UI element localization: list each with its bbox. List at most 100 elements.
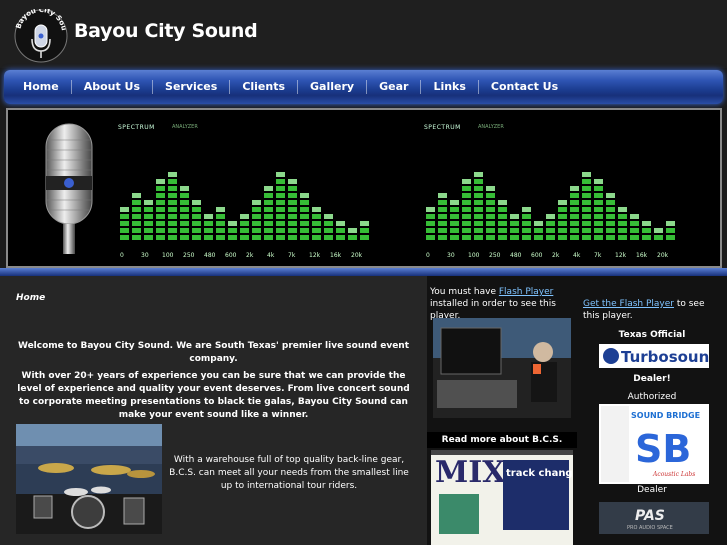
frequency-tick-label: 7k	[594, 252, 602, 259]
frequency-axis: 0 30 100 250 480 600 2k 4k 7k 12k 16k 20k	[112, 252, 370, 262]
pro-audio-space-logo[interactable]: PAS PRO AUDIO SPACE	[599, 502, 709, 534]
spectrum-bar-segment	[510, 214, 519, 219]
spectrum-bar-segment	[192, 207, 201, 212]
spectrum-analyzer-right: SPECTRUM ANALYZER 0 30 100 250 480 600 2k 4k 7k 1…	[418, 116, 676, 264]
spectrum-bar-segment	[240, 235, 249, 240]
spectrum-bar-segment	[252, 221, 261, 226]
frequency-tick-label: 4k	[267, 252, 275, 259]
spectrum-bar-segment	[192, 228, 201, 233]
spectrum-bar-segment	[522, 221, 531, 226]
nav-links[interactable]: Links	[420, 80, 477, 94]
spectrum-bar-segment	[450, 228, 459, 233]
frequency-tick-label: 7k	[288, 252, 296, 259]
banner-microphone-icon	[45, 123, 93, 254]
spectrum-bar-segment	[264, 207, 273, 212]
spectrum-bar-segment	[558, 214, 567, 219]
spectrum-bar-segment	[168, 193, 177, 198]
pas-text: PAS	[635, 508, 665, 524]
nav-contact-us[interactable]: Contact Us	[477, 80, 570, 94]
spectrum-bar-segment	[336, 228, 345, 233]
spectrum-bar-segment	[438, 235, 447, 240]
spectrum-bar-segment	[582, 200, 591, 205]
spectrum-bar-segment	[312, 228, 321, 233]
spectrum-bar-segment	[240, 214, 249, 219]
spectrum-bar-segment	[288, 200, 297, 205]
spectrum-bar-segment	[264, 186, 273, 191]
get-flash-player-link[interactable]: Get the Flash Player	[583, 299, 674, 309]
spectrum-bar-segment	[642, 221, 651, 226]
banner-image: SPECTRUM ANALYZER 0 30 100 250 480 600 2k 4k 7k 1…	[6, 108, 722, 268]
spectrum-bar-segment	[240, 228, 249, 233]
read-more-bcs[interactable]: Read more about B.C.S.	[427, 432, 577, 448]
spectrum-bar-segment	[570, 235, 579, 240]
sound-bridge-logo[interactable]: SOUND BRIDGE SB Acoustic Labs	[599, 404, 709, 484]
flash-notice: You must have Flash Player installed in …	[430, 286, 576, 322]
nav-clients[interactable]: Clients	[229, 80, 297, 94]
spectrum-bar-segment	[312, 207, 321, 212]
spectrum-bar-segment	[168, 179, 177, 184]
spectrum-bar-segment	[264, 193, 273, 198]
spectrum-bar-segment	[312, 221, 321, 226]
spectrum-bar-segment	[666, 235, 675, 240]
spectrum-bar-segment	[498, 235, 507, 240]
spectrum-bar-segment	[204, 221, 213, 226]
spectrum-bar-segment	[438, 200, 447, 205]
spectrum-bar-segment	[630, 221, 639, 226]
spectrum-bar-segment	[168, 214, 177, 219]
spectrum-bar-segment	[228, 228, 237, 233]
flash-notice-right: Get the Flash Player to see this player.	[583, 298, 723, 322]
spectrum-bar-segment	[486, 200, 495, 205]
spectrum-bar-segment	[252, 228, 261, 233]
spectrum-bar-segment	[312, 235, 321, 240]
frequency-tick-label: 600	[531, 252, 543, 259]
site-title[interactable]: Bayou City Sound	[74, 20, 258, 42]
spectrum-bar-segment	[156, 207, 165, 212]
spectrum-bar-segment	[570, 207, 579, 212]
flash-player-link[interactable]: Flash Player	[499, 287, 553, 297]
spectrum-bar-segment	[594, 200, 603, 205]
nav-gear[interactable]: Gear	[366, 80, 420, 94]
spectrum-bar-segment	[192, 221, 201, 226]
spectrum-bar-segment	[426, 228, 435, 233]
spectrum-bar-segment	[228, 221, 237, 226]
spectrum-bar-segment	[594, 207, 603, 212]
spectrum-bar-segment	[300, 235, 309, 240]
spectrum-bar-segment	[156, 193, 165, 198]
nav-services[interactable]: Services	[152, 80, 229, 94]
mix-magazine-cover[interactable]: MIX track changes	[431, 450, 573, 545]
spectrum-bars	[120, 172, 369, 240]
spectrum-bar-segment	[546, 235, 555, 240]
nav-home[interactable]: Home	[4, 80, 71, 94]
spectrum-bar-segment	[630, 214, 639, 219]
nav-gallery[interactable]: Gallery	[297, 80, 366, 94]
spectrum-bar-segment	[558, 235, 567, 240]
spectrum-bar-segment	[594, 228, 603, 233]
spectrum-bar-segment	[252, 200, 261, 205]
spectrum-bar-segment	[438, 207, 447, 212]
spectrum-bar-segment	[288, 179, 297, 184]
spectrum-bar-segment	[168, 228, 177, 233]
logo-microphone-icon[interactable]: Bayou City Sound	[14, 9, 68, 63]
spectrum-bar-segment	[168, 235, 177, 240]
spectrum-bar-segment	[522, 228, 531, 233]
spectrum-bar-segment	[582, 186, 591, 191]
spectrum-bar-segment	[180, 186, 189, 191]
spectrum-bar-segment	[474, 221, 483, 226]
authorized-label: Authorized	[627, 392, 677, 402]
turbosound-logo[interactable]: Turbosound	[599, 344, 709, 368]
frequency-tick-label: 600	[225, 252, 237, 259]
nav-about-us[interactable]: About Us	[70, 80, 152, 94]
spectrum-bar-segment	[450, 214, 459, 219]
spectrum-bar-segment	[426, 207, 435, 212]
spectrum-bar-segment	[156, 179, 165, 184]
spectrum-bar-segment	[264, 228, 273, 233]
spectrum-bar-segment	[312, 214, 321, 219]
spectrum-bar-segment	[288, 186, 297, 191]
spectrum-bar-segment	[558, 200, 567, 205]
spectrum-bar-segment	[300, 221, 309, 226]
spectrum-bar-segment	[474, 172, 483, 177]
spectrum-bar-segment	[264, 221, 273, 226]
frequency-tick-label: 12k	[615, 252, 627, 259]
spectrum-bar-segment	[300, 193, 309, 198]
spectrum-bars	[426, 172, 675, 240]
